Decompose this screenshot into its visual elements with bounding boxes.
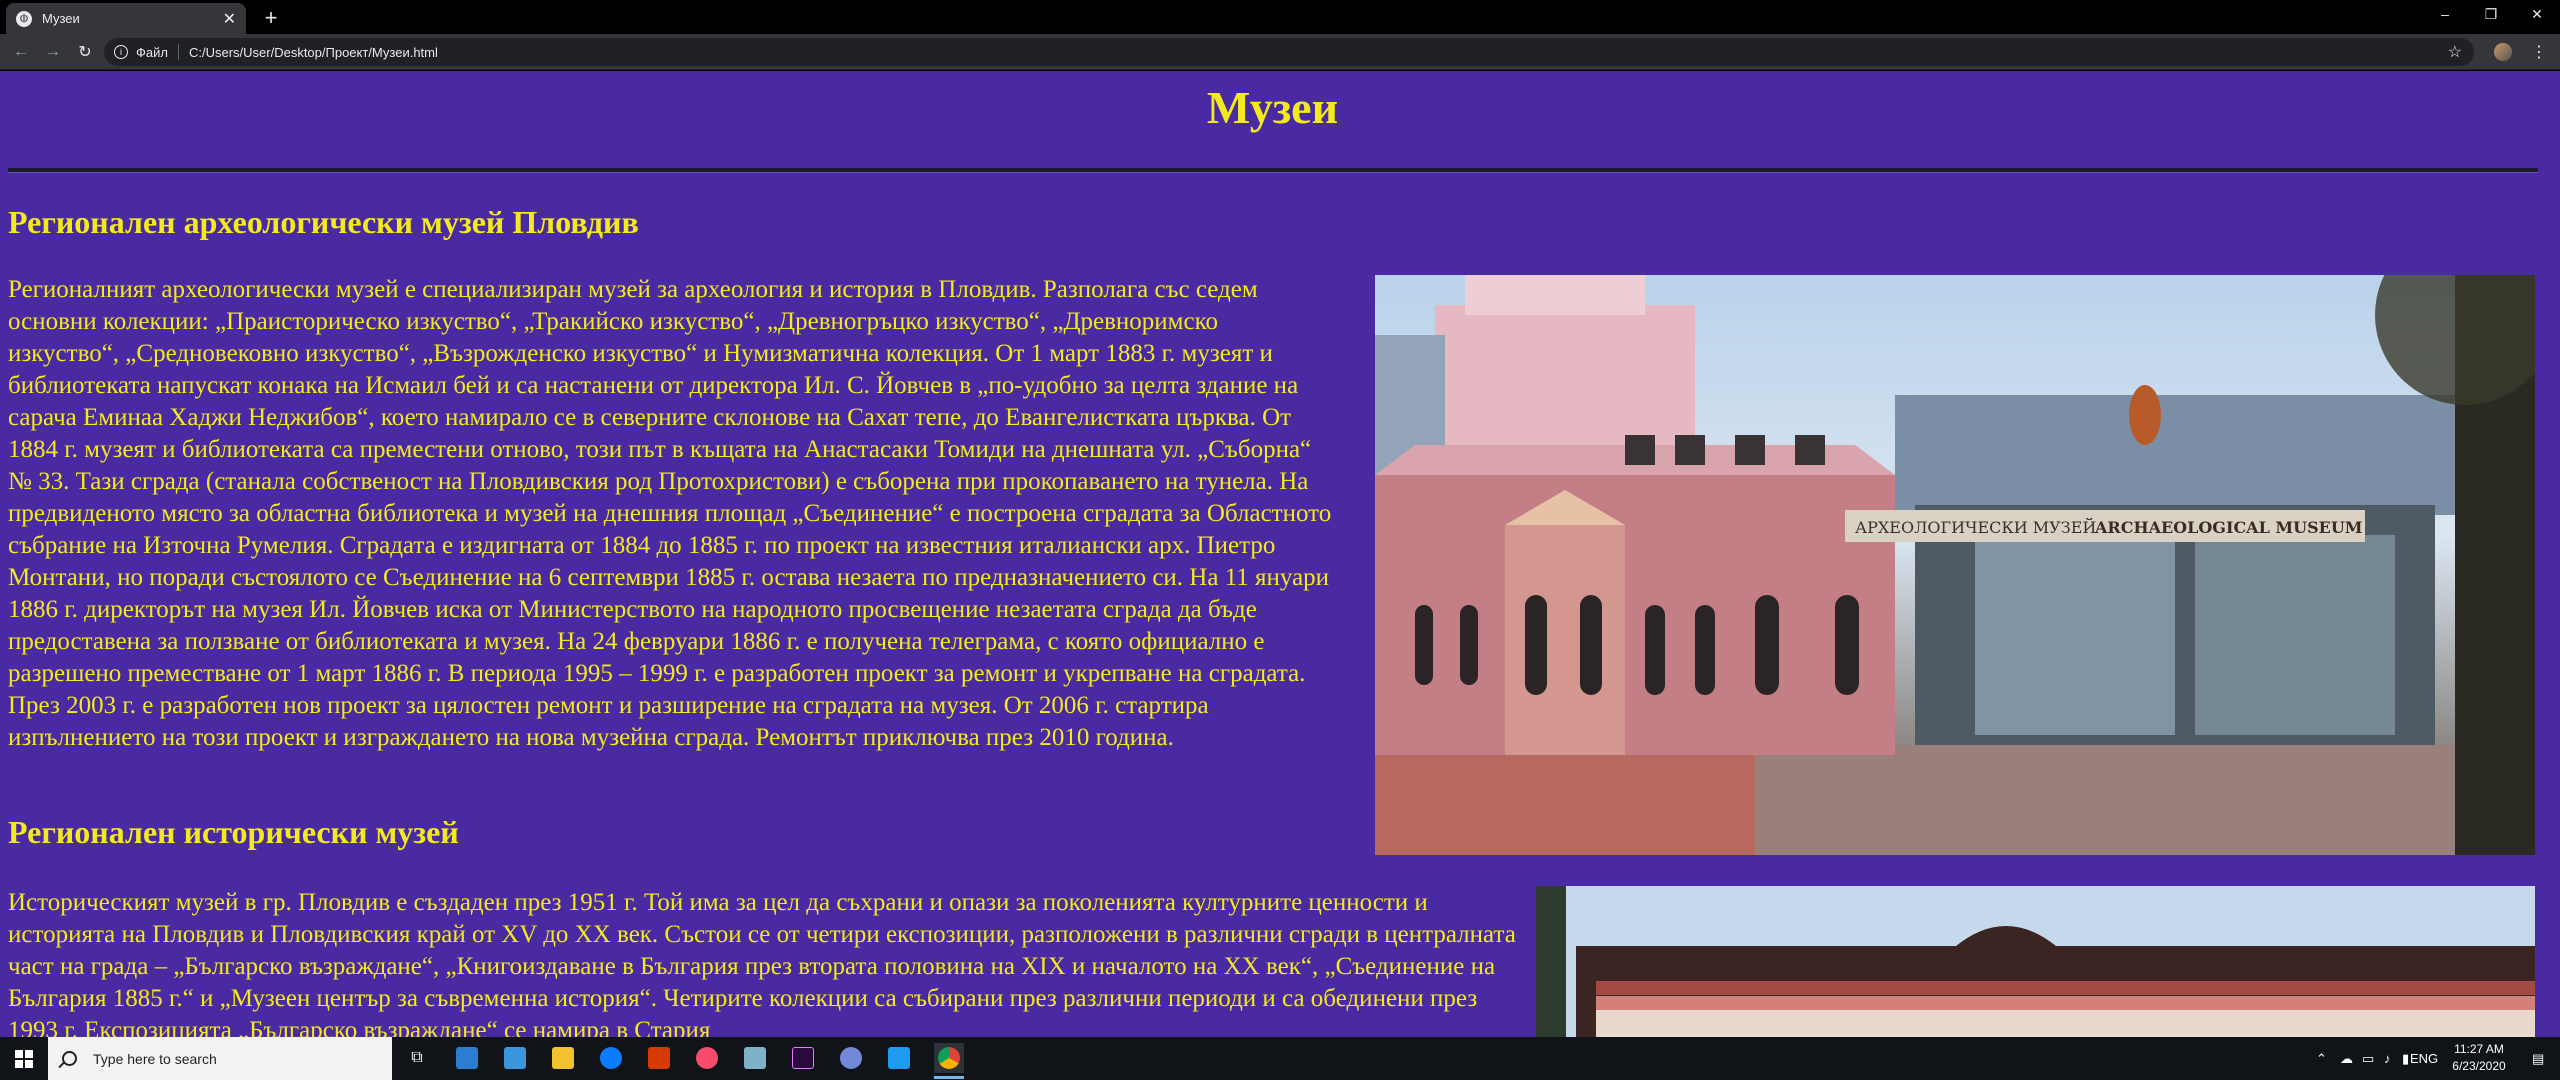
- onedrive-icon[interactable]: ☁: [2340, 1037, 2353, 1080]
- battery-icon[interactable]: ▮: [2402, 1037, 2409, 1080]
- search-placeholder: Type here to search: [93, 1050, 217, 1067]
- close-tab-icon[interactable]: ✕: [223, 9, 236, 29]
- new-tab-button[interactable]: +: [258, 5, 284, 31]
- avatar-icon: [2494, 43, 2512, 61]
- taskbar-search[interactable]: Type here to search: [48, 1037, 392, 1080]
- generic-app-icon[interactable]: [884, 1043, 914, 1073]
- bookmark-star-icon[interactable]: ☆: [2448, 42, 2462, 62]
- notification-icon[interactable]: ▤: [2532, 1037, 2544, 1080]
- section-heading-historical: Регионален исторически музей: [8, 814, 459, 850]
- task-view-icon[interactable]: ⧉: [402, 1043, 432, 1073]
- start-button[interactable]: [0, 1037, 48, 1080]
- info-icon[interactable]: i: [114, 45, 128, 59]
- messenger-app-icon[interactable]: [596, 1043, 626, 1073]
- clock-date: 6/23/2020: [2452, 1059, 2506, 1073]
- windows-icon: [15, 1049, 33, 1068]
- browser-toolbar: ← → ↻ i Файл C:/Users/User/Desktop/Проек…: [0, 34, 2560, 70]
- volume-icon[interactable]: ♪: [2384, 1037, 2391, 1080]
- section-text-archaeological: Регионалният археологически музей е спец…: [8, 276, 1332, 751]
- museum-sign-bg: АРХЕОЛОГИЧЕСКИ МУЗЕЙ: [1855, 517, 2096, 537]
- chrome-app-icon[interactable]: [934, 1043, 964, 1079]
- search-icon: [62, 1051, 77, 1066]
- restore-button[interactable]: ❐: [2468, 0, 2514, 28]
- premiere-app-icon[interactable]: [788, 1043, 818, 1073]
- network-icon[interactable]: ▭: [2362, 1037, 2374, 1080]
- office-app-icon[interactable]: [644, 1043, 674, 1073]
- section-heading-archaeological: Регионален археологически музей Пловдив: [8, 204, 639, 240]
- page-content: Музеи Регионален археологически музей Пл…: [0, 71, 2560, 1037]
- section-text-historical: Историческият музей в гр. Пловдив е създ…: [8, 889, 1516, 1037]
- globe-icon: ◍: [16, 10, 32, 27]
- browser-tab[interactable]: ◍ Музеи ✕: [6, 3, 246, 34]
- back-button[interactable]: ←: [8, 39, 34, 65]
- horizontal-rule: [8, 168, 2538, 173]
- address-url[interactable]: C:/Users/User/Desktop/Проект/Музеи.html: [189, 45, 438, 60]
- address-divider: [177, 44, 179, 60]
- minimize-button[interactable]: –: [2422, 0, 2468, 28]
- tab-title: Музеи: [42, 11, 80, 26]
- archaeological-museum-photo: АРХЕОЛОГИЧЕСКИ МУЗЕЙ ARCHAEOLOGICAL MUSE…: [1375, 275, 2535, 855]
- profile-avatar[interactable]: [2490, 39, 2516, 65]
- store-app-icon[interactable]: [500, 1043, 530, 1073]
- reload-button[interactable]: ↻: [72, 39, 98, 65]
- address-bar[interactable]: i Файл C:/Users/User/Desktop/Проект/Музе…: [104, 38, 2474, 66]
- music-app-icon[interactable]: [692, 1043, 722, 1073]
- sticky-app-icon[interactable]: [740, 1043, 770, 1073]
- museum-sign-en: ARCHAEOLOGICAL MUSEUM: [2094, 518, 2363, 537]
- tray-chevron-icon[interactable]: ⌃: [2316, 1037, 2327, 1080]
- clock-time: 11:27 AM: [2454, 1042, 2504, 1056]
- page-title: Музеи: [1206, 82, 1339, 133]
- close-window-button[interactable]: ✕: [2514, 0, 2560, 28]
- forward-button[interactable]: →: [40, 39, 66, 65]
- discord-app-icon[interactable]: [836, 1043, 866, 1073]
- tab-strip: ◍ Музеи ✕ + – ❐ ✕: [0, 0, 2560, 34]
- mail-app-icon[interactable]: [452, 1043, 482, 1073]
- address-prefix: Файл: [136, 44, 168, 60]
- taskbar: Type here to search ⧉ ⌃ ☁ ▭ ♪ ▮ ENG 11:2…: [0, 1037, 2560, 1080]
- file-explorer-icon[interactable]: [548, 1043, 578, 1073]
- menu-button[interactable]: ⋮: [2526, 39, 2552, 65]
- system-clock[interactable]: 11:27 AM 6/23/2020: [2434, 1041, 2524, 1075]
- historical-museum-photo: [1536, 886, 2535, 1037]
